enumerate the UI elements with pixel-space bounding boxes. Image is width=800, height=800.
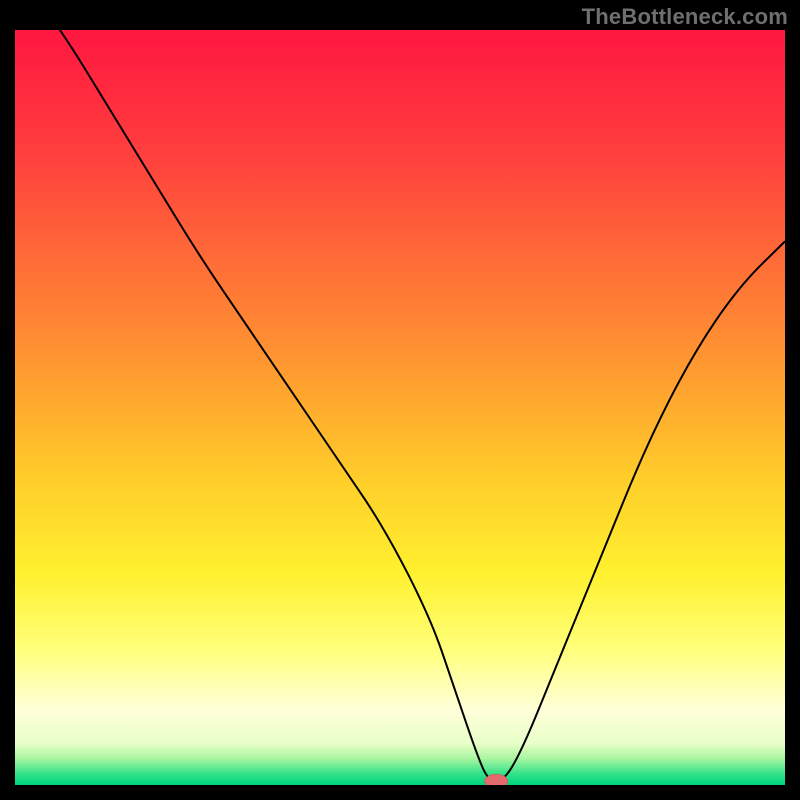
optimal-marker bbox=[485, 774, 508, 785]
bottleneck-chart bbox=[15, 30, 785, 785]
watermark-text: TheBottleneck.com bbox=[582, 4, 788, 30]
chart-frame: TheBottleneck.com bbox=[0, 0, 800, 800]
